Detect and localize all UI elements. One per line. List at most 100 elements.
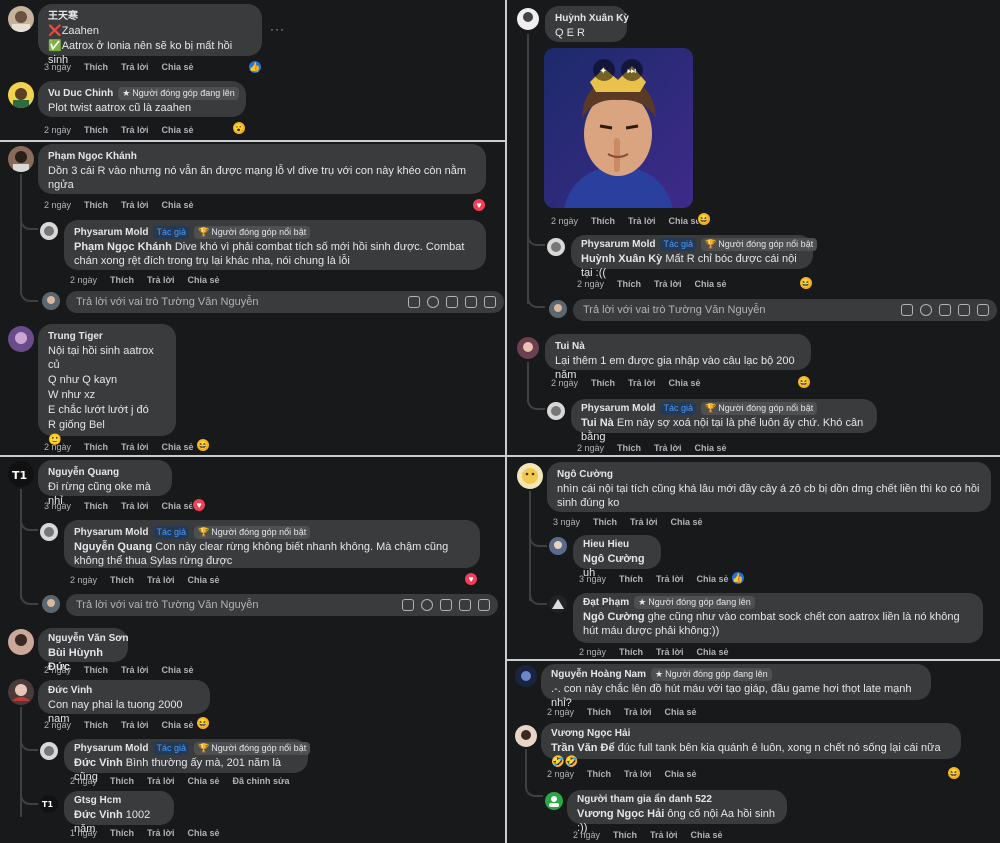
share-button[interactable]: Chia sẻ xyxy=(690,830,722,840)
share-button[interactable]: Chia sẻ xyxy=(187,275,219,285)
avatar[interactable] xyxy=(547,402,565,420)
haha-reaction-icon[interactable]: 😆 xyxy=(697,212,711,226)
camera-icon[interactable] xyxy=(440,599,452,611)
reply-button[interactable]: Trả lời xyxy=(121,125,148,135)
avatar[interactable] xyxy=(517,463,543,489)
reply-input[interactable]: Trả lời với vai trò Tường Văn Nguyễn xyxy=(66,594,498,616)
avatar[interactable] xyxy=(517,8,539,30)
timestamp[interactable]: 3 ngày xyxy=(44,501,71,511)
like-button[interactable]: Thích xyxy=(593,517,617,527)
more-options-icon[interactable]: ··· xyxy=(270,22,285,36)
haha-reaction-icon[interactable]: 😆 xyxy=(196,716,210,730)
haha-reaction-icon[interactable]: 😆 xyxy=(947,766,961,780)
share-button[interactable]: Chia sẻ xyxy=(161,501,193,511)
timestamp[interactable]: 2 ngày xyxy=(70,575,97,585)
edited-label[interactable]: Đã chỉnh sửa xyxy=(232,776,289,786)
love-reaction-icon[interactable]: ♥ xyxy=(192,498,206,512)
share-button[interactable]: Chia sẻ xyxy=(694,279,726,289)
timestamp[interactable]: 2 ngày xyxy=(577,279,604,289)
like-button[interactable]: Thích xyxy=(84,442,108,452)
share-button[interactable]: Chia sẻ xyxy=(187,828,219,838)
share-button[interactable]: Chia sẻ xyxy=(694,443,726,453)
share-button[interactable]: Chia sẻ xyxy=(696,647,728,657)
avatar-sticker-icon[interactable] xyxy=(408,296,420,308)
mention-link[interactable]: Huỳnh Xuân Kỳ xyxy=(581,253,662,265)
like-button[interactable]: Thích xyxy=(617,279,641,289)
share-button[interactable]: Chia sẻ xyxy=(161,200,193,210)
like-button[interactable]: Thích xyxy=(591,378,615,388)
timestamp[interactable]: 2 ngày xyxy=(44,125,71,135)
reply-input[interactable]: Trả lời với vai trò Tường Văn Nguyễn xyxy=(66,291,504,313)
commenter-name[interactable]: 王天寒 xyxy=(48,10,252,23)
avatar[interactable] xyxy=(40,523,58,541)
emoji-icon[interactable] xyxy=(920,304,932,316)
avatar[interactable] xyxy=(515,665,537,687)
haha-reaction-icon[interactable]: 😆 xyxy=(799,276,813,290)
like-button[interactable]: Thích xyxy=(84,720,108,730)
avatar[interactable] xyxy=(8,629,34,655)
gif-icon[interactable] xyxy=(465,296,477,308)
commenter-name[interactable]: Đức Vinh xyxy=(48,684,200,697)
mention-link[interactable]: Ngô Cường xyxy=(583,553,645,565)
like-button[interactable]: Thích xyxy=(110,575,134,585)
avatar[interactable] xyxy=(8,679,34,705)
mention-link[interactable]: Phạm Ngọc Khánh xyxy=(74,241,172,253)
mention-link[interactable]: Vương Ngọc Hải xyxy=(577,808,664,820)
like-button[interactable]: Thích xyxy=(110,776,134,786)
commenter-name[interactable]: Vương Ngọc Hải xyxy=(551,727,951,740)
reply-button[interactable]: Trả lời xyxy=(628,378,655,388)
share-button[interactable]: Chia sẻ xyxy=(696,574,728,584)
mention-link[interactable]: Đức Vinh xyxy=(74,809,123,821)
gif-icon[interactable] xyxy=(958,304,970,316)
timestamp[interactable]: 2 ngày xyxy=(577,443,604,453)
gif-icon[interactable] xyxy=(459,599,471,611)
reply-button[interactable]: Trả lời xyxy=(121,442,148,452)
mention-link[interactable]: Tui Nà xyxy=(581,417,614,429)
share-button[interactable]: Chia sẻ xyxy=(187,776,219,786)
timestamp[interactable]: 2 ngày xyxy=(579,647,606,657)
wow-reaction-icon[interactable]: 😮 xyxy=(232,121,246,135)
mention-link[interactable]: Đức Vinh xyxy=(74,757,123,769)
avatar[interactable] xyxy=(8,82,34,108)
avatar-sticker-icon[interactable] xyxy=(402,599,414,611)
commenter-name[interactable]: Nguyễn Quang xyxy=(48,466,162,479)
commenter-name[interactable]: Physarum Mold xyxy=(74,226,148,239)
love-reaction-icon[interactable]: ♥ xyxy=(472,198,486,212)
timestamp[interactable]: 2 ngày xyxy=(44,442,71,452)
like-reaction-icon[interactable]: 👍 xyxy=(248,60,262,74)
avatar[interactable] xyxy=(549,537,567,555)
timestamp[interactable]: 2 ngày xyxy=(547,707,574,717)
timestamp[interactable]: 2 ngày xyxy=(44,665,71,675)
reply-button[interactable]: Trả lời xyxy=(121,62,148,72)
timestamp[interactable]: 2 ngày xyxy=(44,720,71,730)
reply-button[interactable]: Trả lời xyxy=(624,769,651,779)
commenter-name[interactable]: Nguyễn Hoàng Nam xyxy=(551,668,646,681)
like-button[interactable]: Thích xyxy=(619,574,643,584)
commenter-name[interactable]: Physarum Mold xyxy=(581,402,655,415)
timestamp[interactable]: 3 ngày xyxy=(579,574,606,584)
like-button[interactable]: Thích xyxy=(84,125,108,135)
commenter-name[interactable]: Người tham gia ẩn danh 522 xyxy=(577,793,777,806)
share-button[interactable]: Chia sẻ xyxy=(161,665,193,675)
mention-link[interactable]: Nguyễn Quang xyxy=(74,541,152,553)
reply-button[interactable]: Trả lời xyxy=(121,200,148,210)
emoji-icon[interactable] xyxy=(427,296,439,308)
reply-button[interactable]: Trả lời xyxy=(650,830,677,840)
reply-button[interactable]: Trả lời xyxy=(656,647,683,657)
commenter-name[interactable]: Huỳnh Xuân Kỳ xyxy=(555,12,629,25)
timestamp[interactable]: 3 ngày xyxy=(44,62,71,72)
avatar[interactable] xyxy=(517,337,539,359)
timestamp[interactable]: 2 ngày xyxy=(547,769,574,779)
reply-button[interactable]: Trả lời xyxy=(147,828,174,838)
avatar[interactable] xyxy=(8,146,34,172)
camera-icon[interactable] xyxy=(939,304,951,316)
share-button[interactable]: Chia sẻ xyxy=(161,720,193,730)
share-button[interactable]: Chia sẻ xyxy=(161,62,193,72)
avatar[interactable] xyxy=(40,222,58,240)
commenter-name[interactable]: Vu Duc Chinh xyxy=(48,87,113,100)
avatar[interactable] xyxy=(547,238,565,256)
avatar[interactable] xyxy=(549,595,567,613)
like-button[interactable]: Thích xyxy=(613,830,637,840)
commenter-name[interactable]: Phạm Ngọc Khánh xyxy=(48,150,476,163)
sticker-icon[interactable] xyxy=(484,296,496,308)
